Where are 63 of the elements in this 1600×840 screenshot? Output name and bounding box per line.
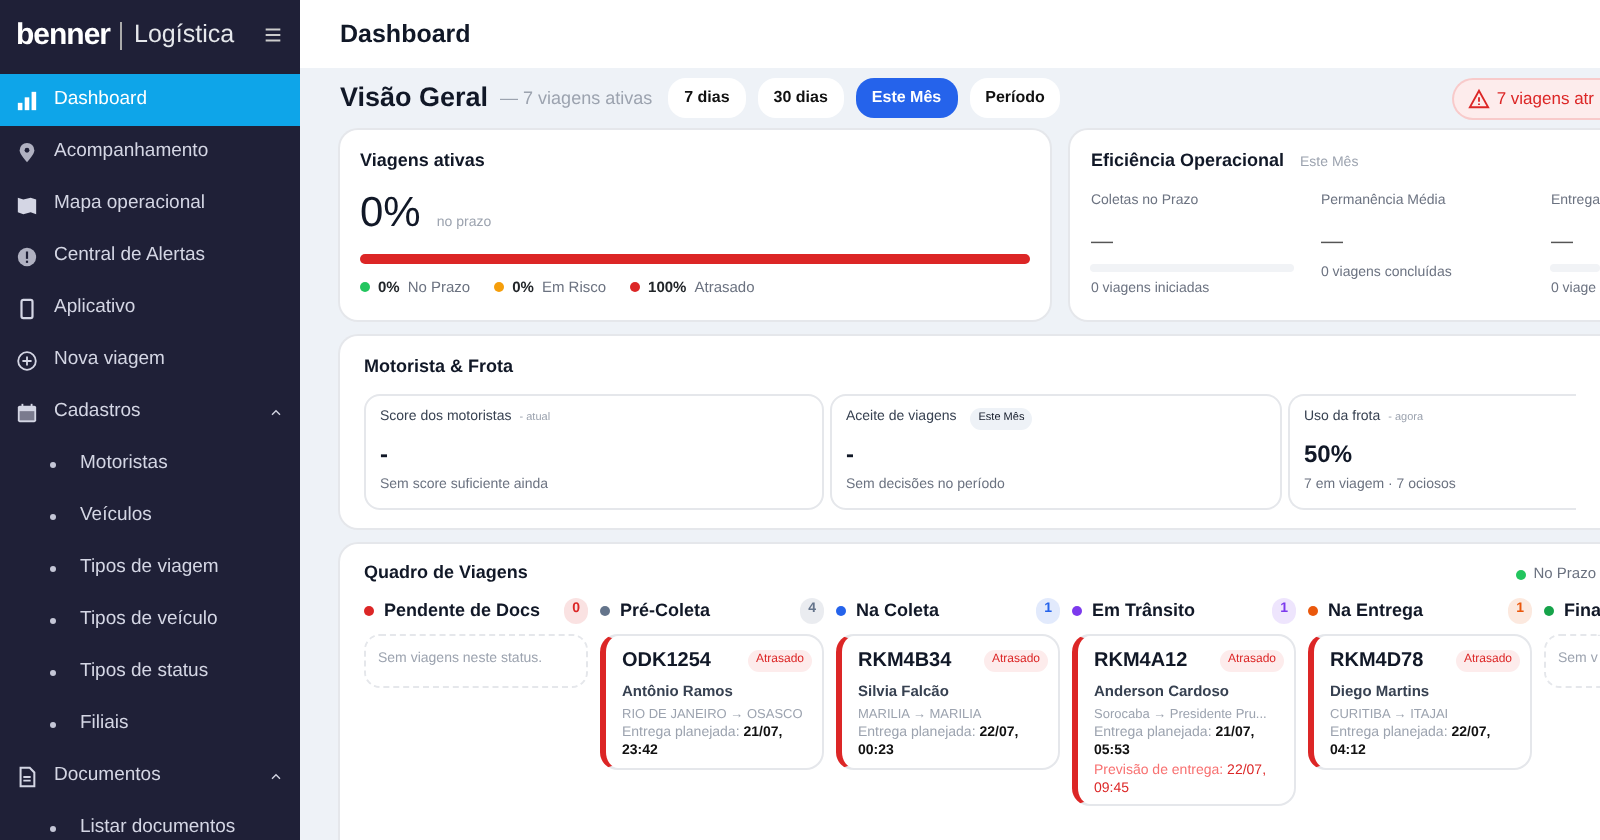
bar-chart-icon	[16, 89, 38, 111]
sidebar-item[interactable]: Cadastros	[0, 386, 300, 438]
bullet-icon	[50, 669, 56, 675]
plate-number: RKM4D78	[1330, 648, 1424, 677]
sidebar-subitem[interactable]: Tipos de viagem	[0, 542, 300, 594]
sidebar-item[interactable]: Documentos	[0, 750, 300, 802]
column-title: Pré-Coleta	[620, 597, 711, 624]
stat-value: 50%	[1304, 437, 1355, 472]
plate-number: RKM4B34	[858, 648, 952, 677]
section-title: Visão Geral	[340, 80, 489, 117]
period-button[interactable]: 7 dias	[668, 78, 746, 119]
sidebar-item[interactable]: Nova viagem	[0, 334, 300, 386]
card-title: Motorista & Frota	[364, 353, 516, 380]
alert-circle-icon	[16, 245, 38, 267]
sidebar-subitem[interactable]: Veículos	[0, 490, 300, 542]
bullet-icon	[50, 461, 56, 467]
sidebar-item[interactable]: Aplicativo	[0, 282, 300, 334]
metric-value: —	[1550, 227, 1575, 258]
alert-pill[interactable]: 7 viagens atr	[1452, 78, 1600, 120]
sidebar-subitem[interactable]: Motoristas	[0, 438, 300, 490]
metric-value: —	[1320, 227, 1345, 258]
bullet-icon	[50, 721, 56, 727]
document-icon	[16, 765, 38, 787]
product-name: Logística	[120, 22, 235, 50]
brand-logo: benner	[16, 15, 111, 56]
card-title: Eficiência Operacional	[1090, 147, 1285, 174]
card-title: Quadro de Viagens	[364, 560, 528, 587]
sidebar-subitem[interactable]: Listar documentos	[0, 802, 300, 840]
bullet-icon	[50, 513, 56, 519]
stat-value: -	[846, 437, 856, 472]
bullet-icon	[50, 565, 56, 571]
big-value: 0%	[360, 188, 421, 241]
sidebar-subitem[interactable]: Filiais	[0, 698, 300, 750]
plus-circle-icon	[16, 349, 38, 371]
column-title: Em Trânsito	[1092, 597, 1196, 624]
menu-icon	[262, 24, 284, 47]
chevron-icon	[268, 404, 284, 420]
metric-value: —	[1090, 227, 1115, 258]
period-button[interactable]: 30 dias	[757, 78, 844, 119]
chevron-icon	[268, 768, 284, 784]
page-title: Dashboard	[340, 17, 471, 52]
plate-number: ODK1254	[622, 648, 711, 677]
bullet-icon	[50, 825, 56, 831]
phone-icon	[16, 297, 38, 319]
column-title: Na Entrega	[1328, 597, 1424, 624]
warning-icon	[1468, 87, 1491, 110]
bullet-icon	[50, 617, 56, 623]
section-subtitle: — 7 viagens ativas	[500, 85, 653, 112]
period-button[interactable]: Período	[969, 78, 1061, 119]
column-title: Na Coleta	[856, 597, 940, 624]
card-title: Viagens ativas	[360, 147, 487, 174]
column-title: Pendente de Docs	[384, 597, 541, 624]
sidebar-item[interactable]: Mapa operacional	[0, 178, 300, 230]
plate-number: RKM4A12	[1094, 648, 1188, 677]
sidebar-item[interactable]: Central de Alertas	[0, 230, 300, 282]
stat-value: -	[380, 437, 390, 472]
map-icon	[16, 193, 38, 215]
location-pin-icon	[16, 141, 38, 163]
sidebar-subitem[interactable]: Tipos de status	[0, 646, 300, 698]
period-button[interactable]: Este Mês	[855, 78, 958, 119]
calendar-icon	[16, 401, 38, 423]
sidebar-item[interactable]: Acompanhamento	[0, 126, 300, 178]
sidebar-subitem[interactable]: Tipos de veículo	[0, 594, 300, 646]
